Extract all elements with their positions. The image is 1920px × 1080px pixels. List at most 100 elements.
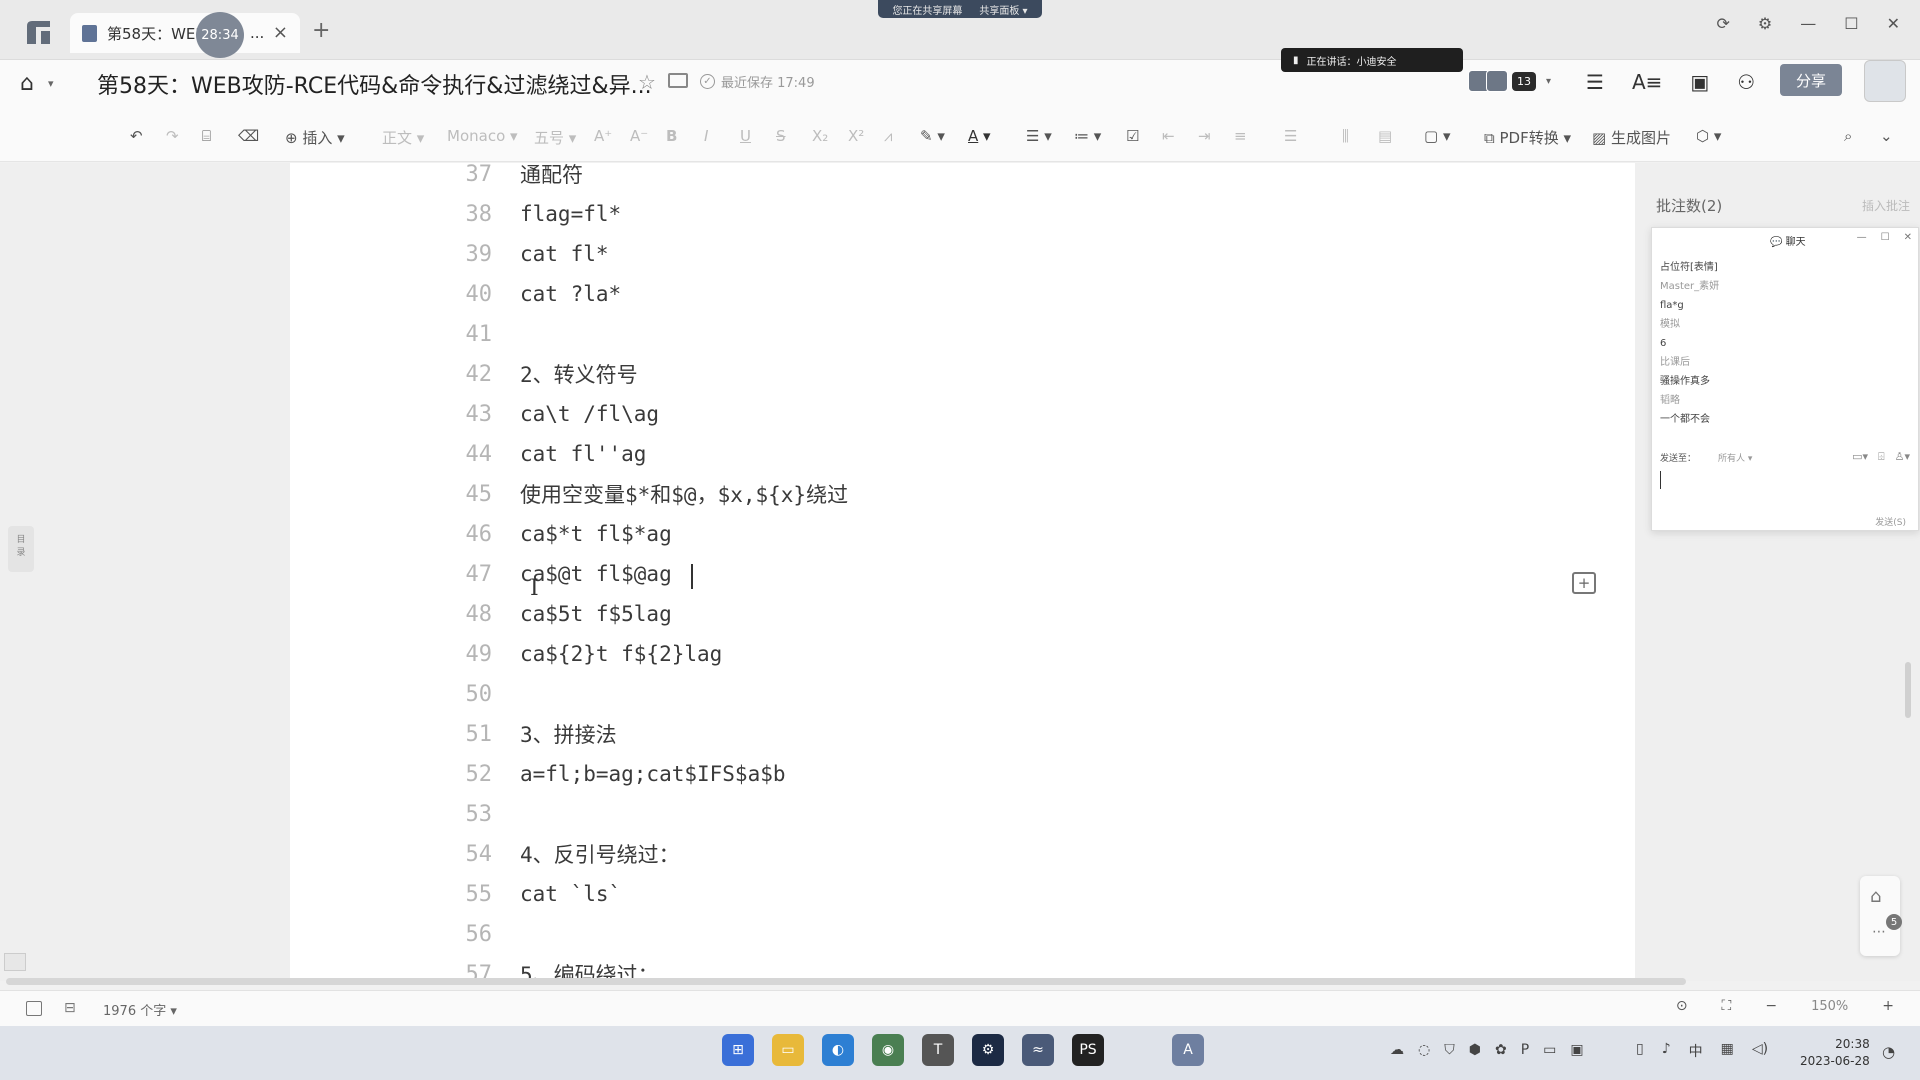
line-text[interactable]: cat `ls`	[520, 882, 621, 906]
maximize-icon[interactable]: ☐	[1881, 232, 1890, 243]
zoom-level[interactable]: 150%	[1811, 999, 1848, 1014]
chat-send-button[interactable]: 发送(S)	[1875, 515, 1906, 528]
code-editor[interactable]: 37 通配符 38 flag=fl* 39 cat fl* 40 cat ?la* 41 42 2、…	[0, 0, 1920, 979]
code-line[interactable]: 55 cat `ls`	[440, 874, 622, 914]
code-line[interactable]: 38 flag=fl*	[440, 194, 622, 234]
code-line[interactable]: 52 a=fl;b=ag;cat$IFS$a$b	[440, 754, 786, 794]
send-to-select[interactable]: 所有人 ▾	[1718, 451, 1752, 464]
line-text[interactable]: ca${2}t f${2}lag	[520, 642, 722, 666]
code-line[interactable]: 37 通配符	[440, 154, 584, 194]
minimize-icon[interactable]: —	[1857, 232, 1867, 243]
notes-app-icon[interactable]: A	[1172, 1034, 1204, 1066]
code-line[interactable]: 43 ca\t /fl\ag	[440, 394, 660, 434]
tray-app-icon[interactable]: ✿	[1495, 1042, 1507, 1058]
typora-icon[interactable]: T	[922, 1034, 954, 1066]
system-clock[interactable]: 20:38 2023-06-28	[1800, 1036, 1870, 1070]
folder-icon[interactable]: ▭▾	[1852, 450, 1868, 464]
code-line[interactable]: 50	[440, 674, 520, 714]
edge-browser-icon[interactable]: ◐	[822, 1034, 854, 1066]
screenshot-icon[interactable]: ⌹	[1878, 450, 1885, 464]
word-count[interactable]: 1976 个字 ▾	[103, 1000, 177, 1019]
tray-app-icon[interactable]: ☁	[1390, 1042, 1404, 1058]
blank-app-icon[interactable]	[1122, 1034, 1154, 1066]
layout-icon[interactable]: ⊟	[64, 1000, 76, 1016]
add-comment-icon[interactable]: +	[1572, 572, 1596, 594]
code-line[interactable]: 45 使用空变量$*和$@，$x,${x}绕过	[440, 474, 849, 514]
send-to-label: 发送至：	[1660, 454, 1697, 464]
code-line[interactable]: 41	[440, 314, 520, 354]
outline-icon[interactable]	[26, 1001, 42, 1016]
horizontal-scrollbar[interactable]	[6, 978, 1686, 985]
code-line[interactable]: 40 cat ?la*	[440, 274, 622, 314]
battery-icon[interactable]: ▯	[1636, 1041, 1644, 1061]
more-icon[interactable]: ⋯	[1872, 924, 1886, 940]
tray-app-icon[interactable]: ◌	[1418, 1042, 1430, 1058]
tray-app-icon[interactable]: ▣	[1570, 1042, 1583, 1058]
code-line[interactable]: 56	[440, 914, 520, 954]
microphone-icon[interactable]: ♪	[1662, 1041, 1671, 1061]
line-text[interactable]: 2、转义符号	[520, 359, 638, 389]
line-text[interactable]: 使用空变量$*和$@，$x,${x}绕过	[520, 479, 848, 509]
line-text[interactable]: 4、反引号绕过：	[520, 839, 680, 869]
volume-icon[interactable]: ◁)	[1752, 1041, 1768, 1061]
tray-app-icon[interactable]: P	[1521, 1042, 1529, 1058]
code-line[interactable]: 47 ca$@t fl$@ag	[440, 554, 672, 594]
code-line[interactable]: 46 ca$*t fl$*ag	[440, 514, 672, 554]
line-number: 53	[465, 801, 493, 827]
skin-icon[interactable]: ⌂	[1870, 886, 1881, 907]
code-line[interactable]: 49 ca${2}t f${2}lag	[440, 634, 723, 674]
code-line[interactable]: 53	[440, 794, 520, 834]
code-line[interactable]: 57 5、编码绕过：	[440, 954, 659, 979]
comment-count[interactable]: 批注数(2)	[1656, 195, 1722, 216]
zoom-out-button[interactable]: −	[1765, 998, 1777, 1014]
tray-app-icon[interactable]: ⬢	[1469, 1042, 1481, 1058]
notification-badge: 5	[1886, 914, 1902, 930]
line-text[interactable]: ca$@t fl$@ag	[520, 562, 672, 586]
code-line[interactable]: 44 cat fl''ag	[440, 434, 647, 474]
insert-comment-link[interactable]: 插入批注	[1862, 197, 1910, 214]
shield-icon[interactable]: ⛉	[1444, 1042, 1455, 1058]
monitor-app-icon[interactable]: ≈	[1022, 1034, 1054, 1066]
chat-message: 一个都不会	[1660, 414, 1710, 425]
code-line[interactable]: 39 cat fl*	[440, 234, 609, 274]
vertical-scrollbar[interactable]	[1905, 662, 1911, 718]
ime-indicator[interactable]: 中	[1689, 1041, 1703, 1061]
tray-app-icon[interactable]: ▭	[1543, 1042, 1556, 1058]
chat-title: 💬 聊天	[1770, 237, 1806, 248]
chat-window[interactable]: 💬 聊天 — ☐ ✕ 占位符[表情] Master_素妍 fla*g 模拟 6 比课后 骚操…	[1651, 227, 1919, 531]
file-explorer-icon[interactable]: ▭	[772, 1034, 804, 1066]
line-text[interactable]: cat ?la*	[520, 282, 621, 306]
line-text[interactable]: a=fl;b=ag;cat$IFS$a$b	[520, 762, 786, 786]
line-text[interactable]: ca$*t fl$*ag	[520, 522, 672, 546]
line-text[interactable]: 5、编码绕过：	[520, 959, 659, 978]
line-text[interactable]: ca\t /fl\ag	[520, 402, 659, 426]
line-text[interactable]: 通配符	[520, 159, 583, 189]
line-text[interactable]: 3、拼接法	[520, 719, 617, 749]
user-icon[interactable]: ♙▾	[1895, 450, 1910, 464]
windows-start-icon[interactable]: ⊞	[722, 1034, 754, 1066]
chat-message: 比课后	[1660, 357, 1690, 368]
line-number: 56	[465, 921, 493, 947]
code-line[interactable]: 42 2、转义符号	[440, 354, 638, 394]
chat-send-to: 发送至： 所有人 ▾	[1660, 451, 1752, 464]
line-text[interactable]: ca$5t f$5lag	[520, 602, 672, 626]
steam-icon[interactable]: ⚙	[972, 1034, 1004, 1066]
code-line[interactable]: 51 3、拼接法	[440, 714, 617, 754]
network-icon[interactable]: ▦	[1721, 1041, 1734, 1061]
chrome-browser-icon[interactable]: ◉	[872, 1034, 904, 1066]
line-text[interactable]: cat fl''ag	[520, 442, 646, 466]
line-text[interactable]: cat fl*	[520, 242, 609, 266]
notification-bell-icon[interactable]: ◔	[1882, 1043, 1895, 1061]
windows-taskbar: ⊞ ▭ ◐ ◉ T ⚙ ≈ PS A ☁ ◌ ⛉ ⬢ ✿ P ▭ ▣ ▯ ♪ 中…	[0, 1026, 1920, 1080]
chat-message: 骚操作真多	[1660, 376, 1710, 387]
phpstorm-icon[interactable]: PS	[1072, 1034, 1104, 1066]
clock-date: 2023-06-28	[1800, 1054, 1870, 1068]
close-icon[interactable]: ✕	[1904, 232, 1912, 243]
play-icon[interactable]: ⊙	[1676, 998, 1688, 1014]
zoom-in-button[interactable]: +	[1882, 998, 1894, 1014]
chat-input[interactable]	[1660, 471, 1661, 489]
code-line[interactable]: 48 ca$5t f$5lag	[440, 594, 672, 634]
fullscreen-icon[interactable]: ⛶	[1722, 998, 1732, 1014]
code-line[interactable]: 54 4、反引号绕过：	[440, 834, 680, 874]
line-text[interactable]: flag=fl*	[520, 202, 621, 226]
